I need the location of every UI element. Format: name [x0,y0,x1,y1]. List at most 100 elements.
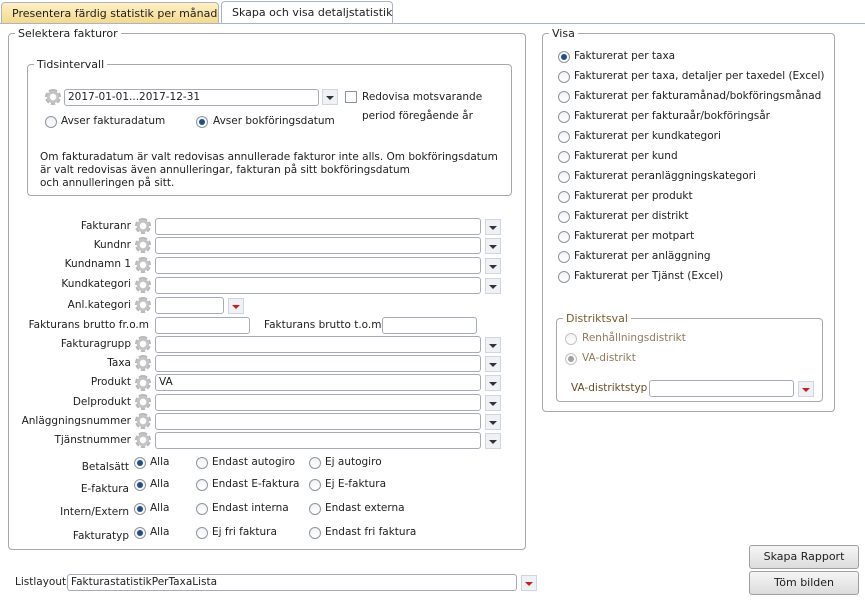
redovisa-foregaende-label-2: period föregående år [362,110,473,122]
visa-option-label: Fakturerat per fakturamånad/bokföringsmå… [574,90,822,102]
kundkategori-input[interactable] [155,277,481,294]
va-distriktstyp-dropdown-button[interactable] [798,381,814,397]
kundnr-dropdown-button[interactable] [485,238,501,254]
renhallningsdistrikt-label: Renhållningsdistrikt [582,332,686,344]
fakturatyp-ej-fri-radio[interactable] [196,527,208,539]
betalsatt-autogiro-label: Endast autogiro [212,456,296,468]
brutto-from-input[interactable] [155,317,250,334]
tidsintervall-dropdown-button[interactable] [322,89,338,105]
delprodukt-label: Delprodukt [72,396,131,408]
produkt-input[interactable]: VA [155,374,481,391]
fakturatyp-endast-fri-radio[interactable] [309,527,321,539]
internextern-alla-label: Alla [150,502,170,514]
tom-bilden-button[interactable]: Töm bilden [749,571,859,595]
visa-option-label: Fakturerat per kund [574,150,678,162]
tidsintervall-input[interactable]: 2017-01-01...2017-12-31 [64,89,319,106]
visa-option-radio[interactable] [558,191,570,203]
gear-icon[interactable] [135,375,151,391]
betalsatt-autogiro-radio[interactable] [196,457,208,469]
internextern-alla-radio[interactable] [134,503,146,515]
betalsatt-ej-autogiro-radio[interactable] [309,457,321,469]
gear-icon[interactable] [135,336,151,352]
tjanstnummer-label: Tjänstnummer [54,434,131,446]
renhallningsdistrikt-radio[interactable] [565,333,577,345]
fakturagrupp-input[interactable] [155,336,481,353]
gear-icon[interactable] [135,237,151,253]
fakturatyp-alla-radio[interactable] [134,527,146,539]
internextern-externa-radio[interactable] [309,503,321,515]
gear-icon[interactable] [135,218,151,234]
anlkategori-input[interactable] [155,297,224,314]
taxa-dropdown-button[interactable] [485,356,501,372]
anlaggningsnummer-dropdown-button[interactable] [485,414,501,430]
fakturanr-dropdown-button[interactable] [485,219,501,235]
fakturatyp-endast-fri-label: Endast fri faktura [325,526,417,538]
kundnr-label: Kundnr [93,239,131,251]
efaktura-ej-label: Ej E-faktura [325,478,387,490]
visa-option-label: Fakturerat per motpart [574,230,695,242]
betalsatt-alla-label: Alla [150,456,170,468]
tidsintervall-info-line3: och annulleringen på sitt. [40,177,175,189]
tjanstnummer-input[interactable] [155,432,481,449]
efaktura-ej-radio[interactable] [309,479,321,491]
brutto-tom-label: Fakturans brutto t.o.m [264,319,382,331]
va-distrikt-radio[interactable] [565,353,577,365]
visa-option-radio[interactable] [558,251,570,263]
visa-option-radio[interactable] [558,271,570,283]
gear-icon[interactable] [135,432,151,448]
redovisa-foregaende-checkbox[interactable] [345,91,357,103]
gear-icon[interactable] [135,394,151,410]
visa-option-radio[interactable] [558,71,570,83]
fakturagrupp-dropdown-button[interactable] [485,337,501,353]
skapa-rapport-button[interactable]: Skapa Rapport [749,545,859,569]
efaktura-alla-radio[interactable] [134,479,146,491]
fakturanr-input[interactable] [155,218,481,235]
produkt-dropdown-button[interactable] [485,375,501,391]
listlayout-dropdown-button[interactable] [521,575,537,591]
visa-option-radio[interactable] [558,231,570,243]
brutto-tom-input[interactable] [382,317,477,334]
visa-option-radio[interactable] [558,211,570,223]
gear-icon[interactable] [135,413,151,429]
visa-option-radio[interactable] [558,151,570,163]
gear-icon[interactable] [135,297,151,313]
gear-icon[interactable] [135,277,151,293]
anlkategori-dropdown-button[interactable] [228,298,244,314]
gear-icon[interactable] [135,355,151,371]
efaktura-endast-radio[interactable] [196,479,208,491]
taxa-input[interactable] [155,355,481,372]
tjanstnummer-dropdown-button[interactable] [485,433,501,449]
kundkategori-dropdown-button[interactable] [485,278,501,294]
kundnamn-input[interactable] [155,257,481,274]
avser-bokforingsdatum-radio[interactable] [196,116,208,128]
visa-option-label: Fakturerat per taxa [574,50,676,62]
va-distrikt-label: VA-distrikt [582,352,636,364]
va-distriktstyp-input[interactable] [649,380,794,397]
anlaggningsnummer-input[interactable] [155,413,481,430]
delprodukt-input[interactable] [155,394,481,411]
anlaggningsnummer-label: Anläggningsnummer [21,415,131,427]
listlayout-input[interactable]: FakturastatistikPerTaxaLista [67,574,517,591]
kundnr-input[interactable] [155,237,481,254]
internextern-interna-radio[interactable] [196,503,208,515]
visa-option-radio[interactable] [558,111,570,123]
visa-option-label: Fakturerat per anläggning [574,250,711,262]
avser-fakturadatum-radio[interactable] [45,116,57,128]
visa-option-radio[interactable] [558,131,570,143]
tidsintervall-info-line1: Om fakturadatum är valt redovisas annull… [40,151,498,163]
kundnamn-label: Kundnamn 1 [64,258,131,270]
delprodukt-dropdown-button[interactable] [485,395,501,411]
tab-detaljstatistik[interactable]: Skapa och visa detaljstatistik [221,1,393,24]
visa-title: Visa [552,27,575,40]
gear-icon[interactable] [135,257,151,273]
visa-option-radio[interactable] [558,91,570,103]
visa-option-radio[interactable] [558,51,570,63]
tab-presentera-statistik[interactable]: Presentera färdig statistik per månad [1,2,219,24]
taxa-label: Taxa [107,357,131,369]
kundnamn-dropdown-button[interactable] [485,258,501,274]
fakturatyp-alla-label: Alla [150,526,170,538]
betalsatt-alla-radio[interactable] [134,457,146,469]
gear-icon[interactable] [45,89,61,105]
visa-option-radio[interactable] [558,171,570,183]
brutto-from-label: Fakturans brutto fr.o.m [28,319,149,331]
